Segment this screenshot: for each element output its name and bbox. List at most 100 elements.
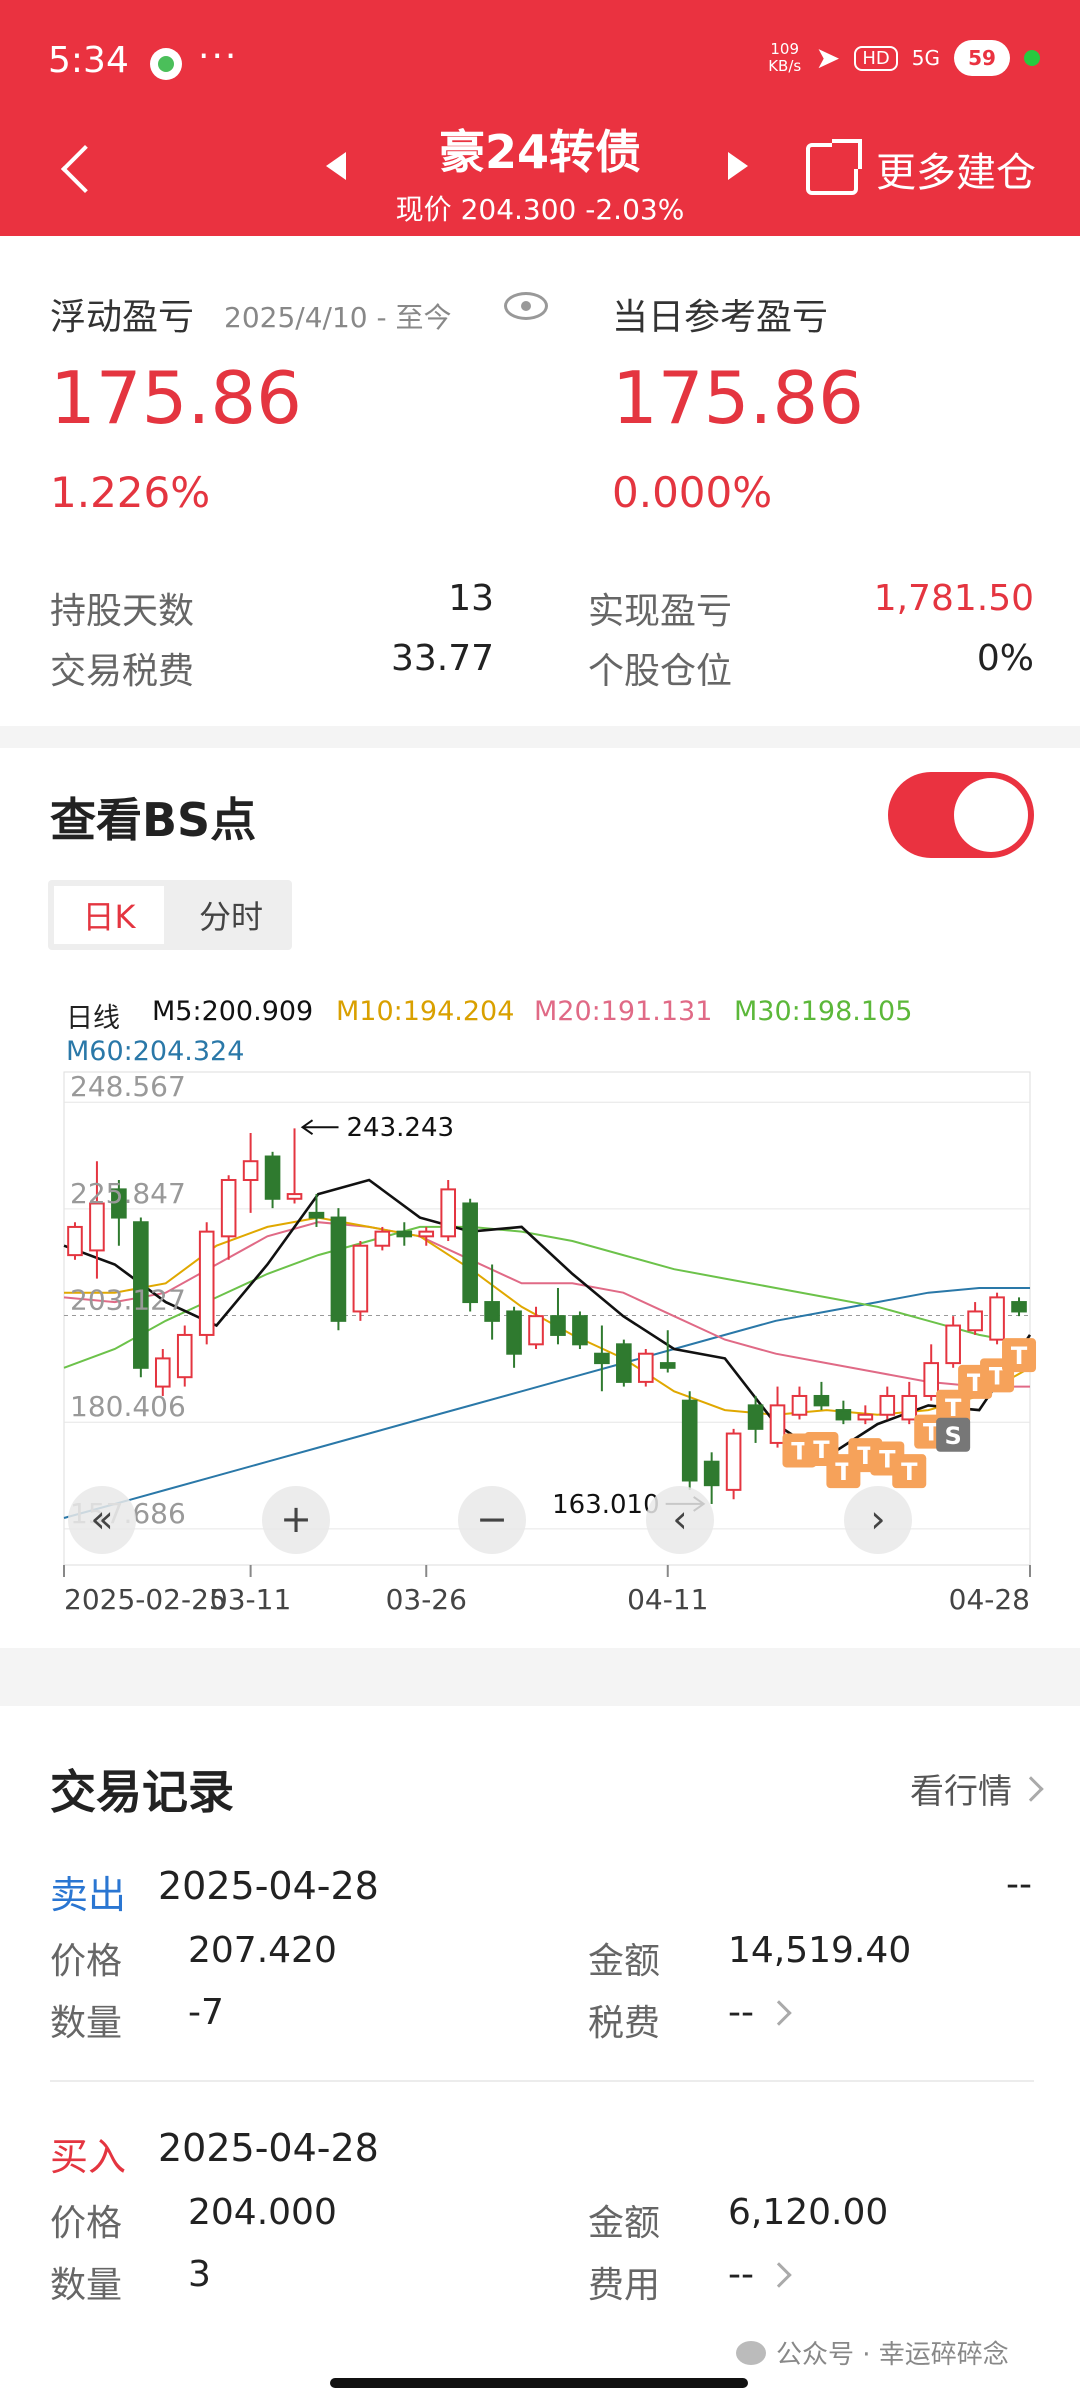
- bs-toggle[interactable]: [888, 772, 1034, 858]
- eye-icon[interactable]: [504, 292, 548, 320]
- ma20-value: M20:191.131: [534, 996, 713, 1027]
- candle-body: [989, 1296, 1005, 1341]
- candle-body: [594, 1352, 610, 1365]
- view-market-link[interactable]: 看行情: [910, 1764, 1044, 1813]
- more-notifications-icon: ···: [198, 36, 239, 77]
- tab-daily-k[interactable]: 日K: [54, 886, 164, 944]
- price-value: 207.420: [188, 1930, 337, 1971]
- bs-marker-s-label: S: [945, 1422, 962, 1450]
- candle-body: [681, 1399, 698, 1482]
- candle-body: [945, 1324, 961, 1365]
- zoom-out-button-icon: −: [476, 1497, 508, 1541]
- tab-intraday[interactable]: 分时: [176, 886, 286, 944]
- trade-date: 2025-04-28: [158, 1864, 379, 1908]
- candle-body: [198, 1230, 215, 1336]
- status-time: 5:34: [48, 40, 129, 81]
- tax-fee-label: 交易税费: [50, 651, 195, 692]
- candle-body: [330, 1216, 347, 1322]
- candle-body: [89, 1202, 105, 1252]
- y-tick-label: 203.127: [70, 1284, 186, 1317]
- ma-period-label: 日线: [66, 1003, 120, 1034]
- ma5-value: M5:200.909: [152, 996, 314, 1027]
- hd-icon: HD: [854, 45, 898, 71]
- amount-value: 6,120.00: [728, 2192, 889, 2233]
- trade-extra: --: [1006, 1864, 1032, 1905]
- kline-chart[interactable]: T TTT T TTTT TTS 248.567225.847203.127180.40…: [40, 1060, 1040, 1620]
- wechat-icon: [150, 48, 182, 80]
- candle-body: [308, 1211, 325, 1219]
- today-pnl-value: 175.86: [612, 356, 864, 440]
- candle-body: [440, 1188, 457, 1238]
- floating-pnl-label: 浮动盈亏: [50, 297, 195, 338]
- amount-value: 14,519.40: [728, 1930, 912, 1971]
- status-icons: 109 KB/s ➤ HD 5G 59: [768, 40, 1040, 76]
- net-speed: 109 KB/s: [768, 40, 802, 75]
- holding-days-value: 13: [448, 578, 494, 619]
- trade-date: 2025-04-28: [158, 2126, 379, 2170]
- watermark: 公众号 · 幸运碎碎念: [736, 2334, 1009, 2371]
- candle-body: [220, 1178, 237, 1238]
- home-indicator[interactable]: [330, 2378, 748, 2388]
- bs-section-title: 查看BS点: [50, 793, 257, 847]
- candle-body: [176, 1333, 193, 1379]
- max-marker-label: 243.243: [347, 1113, 455, 1143]
- x-tick-label: 2025-02-25: [64, 1583, 227, 1616]
- next-stock-button[interactable]: [728, 152, 748, 180]
- divider: [50, 2080, 1034, 2082]
- candle-body: [857, 1413, 874, 1421]
- ma30-value: M30:198.105: [734, 996, 913, 1027]
- min-marker-label: 163.010: [552, 1490, 660, 1520]
- x-tick-label: 04-28: [949, 1583, 1030, 1616]
- qty-label: 数量: [50, 2265, 123, 2306]
- floating-pnl-period: 2025/4/10 - 至今: [224, 301, 452, 334]
- realized-pnl-value: 1,781.50: [873, 578, 1034, 619]
- bs-marker-t-label: T: [945, 1394, 962, 1422]
- y-tick-label: 225.847: [70, 1177, 186, 1210]
- candle-body: [67, 1225, 83, 1257]
- chevron-right-icon: [766, 2261, 792, 2288]
- chevron-right-icon: [766, 1999, 792, 2026]
- trade-side-sell: 卖出: [50, 1873, 127, 1917]
- position-ratio-label: 个股仓位: [588, 651, 733, 692]
- holding-days-label: 持股天数: [50, 591, 195, 632]
- wechat-official-icon: [736, 2340, 766, 2365]
- candle-body: [616, 1343, 632, 1383]
- floating-pnl-value: 175.86: [50, 356, 302, 440]
- y-tick-label: 248.567: [70, 1070, 186, 1103]
- candle-body: [659, 1362, 676, 1369]
- x-tick-label: 04-11: [627, 1583, 708, 1616]
- ma10-value: M10:194.204: [336, 996, 515, 1027]
- candle-body: [484, 1301, 500, 1322]
- trade-side-buy: 买入: [50, 2135, 127, 2179]
- privacy-dot-icon: [1024, 50, 1040, 66]
- amount-label: 金额: [588, 2203, 661, 2244]
- candle-body: [769, 1404, 786, 1444]
- chevron-right-icon: [1018, 1775, 1044, 1802]
- more-position-label: 更多建仓: [876, 150, 1036, 196]
- external-link-icon: [806, 139, 862, 195]
- qty-label: 数量: [50, 2003, 123, 2044]
- candle-body: [396, 1230, 413, 1238]
- candle-body: [264, 1155, 281, 1200]
- candle-body: [374, 1230, 391, 1247]
- bs-marker-t-label: T: [901, 1458, 918, 1486]
- rewind-button-icon: «: [90, 1497, 113, 1541]
- more-position-button[interactable]: 更多建仓: [806, 139, 1036, 198]
- fee-value-link[interactable]: --: [728, 1992, 792, 2033]
- fee-value-link[interactable]: --: [728, 2254, 792, 2295]
- position-ratio-value: 0%: [976, 638, 1034, 679]
- location-icon: ➤: [815, 40, 841, 76]
- y-tick-label: 180.406: [70, 1390, 186, 1423]
- candle-body: [286, 1193, 303, 1200]
- today-pnl-label: 当日参考盈亏: [612, 297, 829, 338]
- qty-value: -7: [188, 1992, 224, 2033]
- price-value: 204.000: [188, 2192, 337, 2233]
- candle-body: [242, 1160, 259, 1181]
- candle-body: [462, 1202, 478, 1304]
- next-button-icon: ›: [870, 1497, 885, 1541]
- x-tick-label: 03-26: [386, 1583, 467, 1616]
- candle-body: [835, 1409, 852, 1421]
- candle-body: [879, 1394, 896, 1416]
- tax-fee-value: 33.77: [390, 638, 494, 679]
- price-label: 价格: [50, 2203, 123, 2244]
